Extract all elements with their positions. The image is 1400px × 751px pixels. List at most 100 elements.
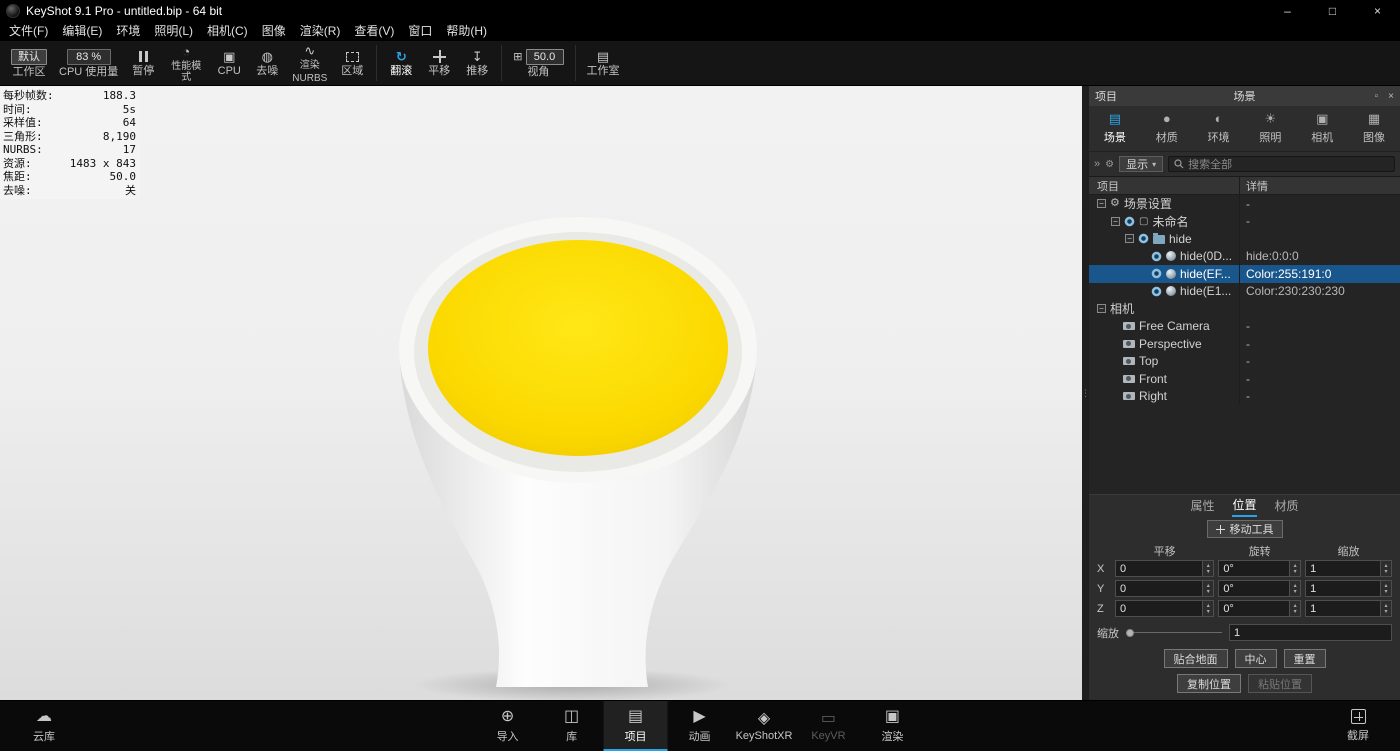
tree-row-part-hide-0d[interactable]: hide(0D...hide:0:0:0 [1089,248,1400,266]
column-header-detail[interactable]: 详情 [1239,177,1400,194]
screenshot-button[interactable]: 截屏 [1326,701,1390,751]
snap-to-ground-button[interactable]: 贴合地面 [1164,649,1228,668]
search-input[interactable]: 搜索全部 [1168,156,1395,172]
close-button[interactable]: × [1355,0,1400,22]
pause-button[interactable]: 暂停 [125,41,161,86]
bottombar-item-import[interactable]: ⊕导入 [476,701,540,751]
dolly-tool-button[interactable]: ↧ 推移 [459,41,495,86]
tree-row-part-hide-e1[interactable]: hide(E1...Color:230:230:230 [1089,283,1400,301]
panel-tab-image[interactable]: ▦图像 [1348,106,1400,151]
expander-icon[interactable]: − [1111,217,1120,226]
collapse-all-icon[interactable]: » [1094,158,1100,170]
rotate-z-input[interactable]: 0°▴▾ [1218,600,1301,617]
menu-item-environment[interactable]: 环境 [109,22,147,41]
move-tool-button[interactable]: 移动工具 [1207,520,1283,538]
maximize-button[interactable]: □ [1310,0,1355,22]
bottombar-item-keyvr[interactable]: ▭KeyVR [796,701,860,751]
minimize-button[interactable]: – [1265,0,1310,22]
center-button[interactable]: 中心 [1235,649,1277,668]
spin-down-icon[interactable]: ▾ [1384,609,1387,615]
spin-down-icon[interactable]: ▾ [1384,589,1387,595]
tree-row-perspective[interactable]: Perspective- [1089,335,1400,353]
workspace-selector[interactable]: 默认 工作区 [6,41,52,86]
menu-item-edit[interactable]: 编辑(E) [55,22,109,41]
translate-z-input[interactable]: 0▴▾ [1115,600,1214,617]
fov-value-input[interactable]: 50.0 [526,49,564,65]
bottombar-item-render[interactable]: ▣渲染 [860,701,924,751]
menu-item-view[interactable]: 查看(V) [347,22,401,41]
menu-item-image[interactable]: 图像 [255,22,293,41]
fov-control[interactable]: ⊞ 50.0 视角 [508,41,568,86]
spin-down-icon[interactable]: ▾ [1294,569,1297,575]
spinner-arrows[interactable]: ▴▾ [1380,601,1391,616]
tree-row-front[interactable]: Front- [1089,370,1400,388]
cpu-mode-button[interactable]: ▣ CPU [211,41,247,86]
show-dropdown[interactable]: 显示 ▾ [1119,156,1163,172]
undock-panel-icon[interactable]: ▫ [1375,91,1379,102]
tree-row-cameras-group[interactable]: −相机 [1089,300,1400,318]
cpu-usage-indicator[interactable]: 83 % CPU 使用量 [54,41,123,86]
panel-tab-scene[interactable]: ▤场景 [1089,106,1141,151]
copy-position-button[interactable]: 复制位置 [1177,674,1241,693]
spin-down-icon[interactable]: ▾ [1207,589,1210,595]
panel-tab-camera[interactable]: ▣相机 [1296,106,1348,151]
scale-slider[interactable] [1126,626,1222,640]
rotate-x-input[interactable]: 0°▴▾ [1218,560,1301,577]
spin-down-icon[interactable]: ▾ [1384,569,1387,575]
pan-tool-button[interactable]: 平移 [421,41,457,86]
bottombar-item-animation[interactable]: ▶动画 [668,701,732,751]
menu-item-file[interactable]: 文件(F) [2,22,55,41]
spinner-arrows[interactable]: ▴▾ [1289,561,1300,576]
tree-row-group-hide[interactable]: −hide [1089,230,1400,248]
scale-z-input[interactable]: 1▴▾ [1305,600,1392,617]
tree-row-right[interactable]: Right- [1089,388,1400,406]
subtab-properties[interactable]: 属性 [1190,496,1214,516]
filter-settings-icon[interactable]: ⚙ [1105,159,1114,170]
panel-tab-lighting[interactable]: ☀照明 [1244,106,1296,151]
title-bar[interactable]: KeyShot 9.1 Pro - untitled.bip - 64 bit … [0,0,1400,22]
spin-down-icon[interactable]: ▾ [1207,569,1210,575]
visibility-eye-icon[interactable] [1138,233,1149,244]
viewport-3d[interactable]: 每秒帧数:188.3时间:5s采样值:64三角形:8,190NURBS:17资源… [0,86,1082,700]
expander-icon[interactable]: − [1097,199,1106,208]
spinner-arrows[interactable]: ▴▾ [1202,581,1213,596]
slider-knob[interactable] [1126,629,1134,637]
studio-button[interactable]: ▤ 工作室 [582,41,625,86]
subtab-position[interactable]: 位置 [1232,495,1256,517]
menu-item-camera[interactable]: 相机(C) [200,22,255,41]
rotate-y-input[interactable]: 0°▴▾ [1218,580,1301,597]
workspace-default-chip[interactable]: 默认 [11,49,47,65]
panel-tab-environment[interactable]: ◐环境 [1193,106,1245,151]
paste-position-button[interactable]: 粘贴位置 [1248,674,1312,693]
tree-row-free-camera[interactable]: Free Camera- [1089,318,1400,336]
reset-button[interactable]: 重置 [1284,649,1326,668]
uniform-scale-input[interactable]: 1 [1229,624,1392,641]
menu-item-render[interactable]: 渲染(R) [293,22,348,41]
region-render-button[interactable]: 区域 [334,41,370,86]
expander-icon[interactable]: − [1097,304,1106,313]
spinner-arrows[interactable]: ▴▾ [1202,601,1213,616]
spinner-arrows[interactable]: ▴▾ [1289,601,1300,616]
render-nurbs-button[interactable]: ∿ 渲染 NURBS [287,41,332,86]
tumble-tool-button[interactable]: ↻ 翻滚 [383,41,419,86]
spinner-arrows[interactable]: ▴▾ [1289,581,1300,596]
project-panel-header[interactable]: 项目 场景 ▫ × [1089,86,1400,106]
scale-y-input[interactable]: 1▴▾ [1305,580,1392,597]
visibility-eye-icon[interactable] [1151,251,1162,262]
bottombar-item-library[interactable]: ◫库 [540,701,604,751]
visibility-eye-icon[interactable] [1151,268,1162,279]
denoise-button[interactable]: ◍ 去噪 [249,41,285,86]
scale-x-input[interactable]: 1▴▾ [1305,560,1392,577]
subtab-material[interactable]: 材质 [1275,496,1299,516]
translate-x-input[interactable]: 0▴▾ [1115,560,1214,577]
tree-row-scene-settings[interactable]: −⚙场景设置- [1089,195,1400,213]
expander-icon[interactable]: − [1125,234,1134,243]
spinner-arrows[interactable]: ▴▾ [1380,581,1391,596]
tree-row-top[interactable]: Top- [1089,353,1400,371]
cloud-library-button[interactable]: ☁ 云库 [12,701,76,751]
spin-down-icon[interactable]: ▾ [1207,609,1210,615]
tree-row-model-unnamed[interactable]: −▢未命名- [1089,213,1400,231]
spinner-arrows[interactable]: ▴▾ [1202,561,1213,576]
panel-splitter[interactable]: ⋮ [1082,86,1089,700]
bottombar-item-keyshotxr[interactable]: ◈KeyShotXR [732,701,797,751]
